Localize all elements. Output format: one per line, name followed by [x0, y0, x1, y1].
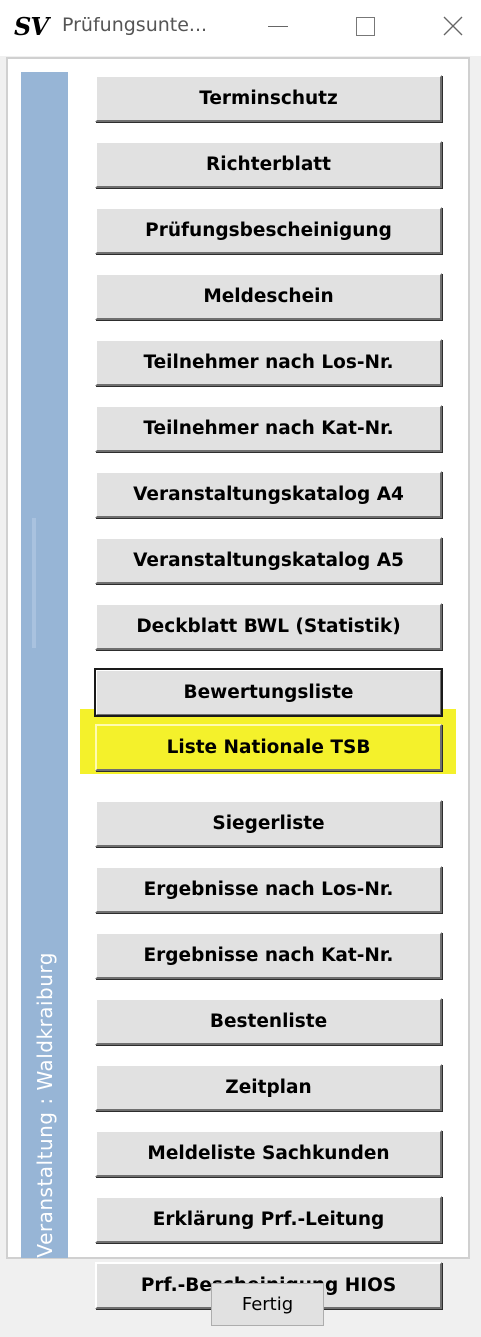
erklaerung-prf-leitung-button[interactable]: Erklärung Prf.-Leitung — [95, 1196, 442, 1243]
minimize-icon — [268, 25, 288, 27]
done-button[interactable]: Fertig — [211, 1283, 324, 1326]
bestenliste-button[interactable]: Bestenliste — [95, 998, 442, 1045]
deckblatt-bwl-button[interactable]: Deckblatt BWL (Statistik) — [95, 603, 442, 650]
teilnehmer-los-nr-button[interactable]: Teilnehmer nach Los-Nr. — [95, 339, 442, 386]
sidebar-accent — [32, 518, 36, 648]
close-icon — [443, 16, 463, 36]
bewertungsliste-button[interactable]: Bewertungsliste — [94, 668, 443, 717]
event-label: Veranstaltung : Waldkraiburg — [32, 952, 57, 1258]
liste-nationale-tsb-button[interactable]: Liste Nationale TSB — [95, 724, 442, 771]
katalog-a4-button[interactable]: Veranstaltungskatalog A4 — [95, 471, 442, 518]
minimize-button[interactable] — [255, 8, 301, 44]
terminschutz-button[interactable]: Terminschutz — [95, 75, 442, 122]
maximize-icon — [355, 16, 375, 36]
pruefungsbescheinigung-button[interactable]: Prüfungsbescheinigung — [95, 207, 442, 254]
title-bar[interactable]: SV Prüfungsunte... — [0, 0, 481, 56]
teilnehmer-kat-nr-button[interactable]: Teilnehmer nach Kat-Nr. — [95, 405, 442, 452]
event-sidebar: Veranstaltung : Waldkraiburg — [21, 72, 68, 1258]
meldeliste-sachkunden-button[interactable]: Meldeliste Sachkunden — [95, 1130, 442, 1177]
app-logo-icon: SV — [14, 12, 49, 41]
zeitplan-button[interactable]: Zeitplan — [95, 1064, 442, 1111]
close-button[interactable] — [430, 8, 476, 44]
meldeschein-button[interactable]: Meldeschein — [95, 273, 442, 320]
maximize-button[interactable] — [342, 8, 388, 44]
katalog-a5-button[interactable]: Veranstaltungskatalog A5 — [95, 537, 442, 584]
siegerliste-button[interactable]: Siegerliste — [95, 800, 442, 847]
richterblatt-button[interactable]: Richterblatt — [95, 141, 442, 188]
window-title: Prüfungsunte... — [62, 14, 208, 36]
ergebnisse-kat-nr-button[interactable]: Ergebnisse nach Kat-Nr. — [95, 932, 442, 979]
ergebnisse-los-nr-button[interactable]: Ergebnisse nach Los-Nr. — [95, 866, 442, 913]
